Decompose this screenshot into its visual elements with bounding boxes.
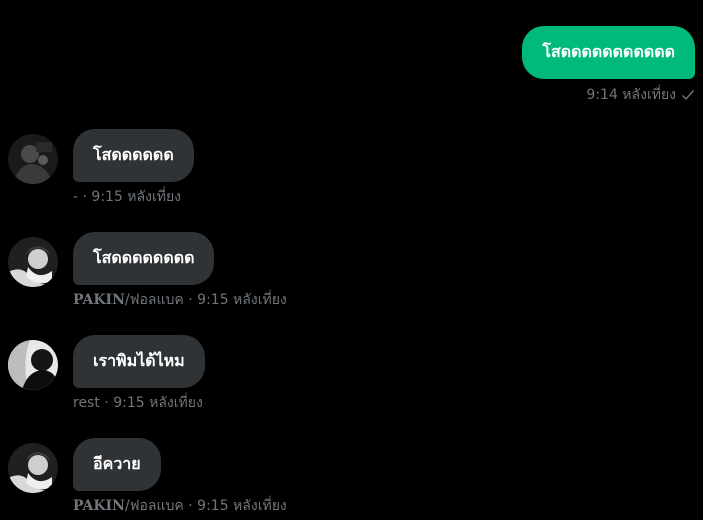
incoming-message-bubble[interactable]: เราพิมได้ไหม [73, 335, 205, 388]
incoming-message-meta: rest · 9:15 หลังเที่ยง [73, 392, 203, 414]
incoming-message-bubble[interactable]: โสดดดดดดดด [73, 232, 215, 285]
incoming-message: เราพิมได้ไหม rest · 9:15 หลังเที่ยง [8, 335, 205, 414]
avatar-dark-figure-icon [8, 134, 58, 184]
incoming-message-meta: PAKIN/ฟอลแบค · 9:15 หลังเที่ยง [73, 289, 287, 311]
message-timestamp: 9:15 หลังเที่ยง [197, 292, 287, 308]
sender-name[interactable]: rest [73, 395, 100, 411]
outgoing-message-meta: 9:14 หลังเที่ยง [586, 84, 695, 106]
avatar[interactable] [8, 237, 58, 287]
sender-name[interactable]: PAKIN [73, 292, 125, 308]
message-timestamp: 9:14 หลังเที่ยง [586, 87, 676, 103]
sender-name-suffix[interactable]: /ฟอลแบค [125, 292, 184, 308]
incoming-message-meta: - · 9:15 หลังเที่ยง [73, 186, 181, 208]
incoming-message: โสดดดดดด - · 9:15 หลังเที่ยง [8, 129, 194, 208]
sender-name[interactable]: PAKIN [73, 498, 125, 514]
incoming-message: โสดดดดดดดด PAKIN/ฟอลแบค · 9:15 หลังเที่ย… [8, 232, 287, 311]
message-timestamp: 9:15 หลังเที่ยง [91, 189, 182, 205]
incoming-message: อีควาย PAKIN/ฟอลแบค · 9:15 หลังเที่ยง [8, 438, 287, 517]
incoming-message-meta: PAKIN/ฟอลแบค · 9:15 หลังเที่ยง [73, 495, 287, 517]
meta-separator: · [183, 292, 198, 308]
meta-separator: · [99, 395, 114, 411]
avatar[interactable] [8, 443, 58, 493]
avatar-bw-person-icon [8, 443, 58, 493]
meta-separator: · [78, 189, 92, 205]
avatar-shadow-portrait-icon [8, 340, 58, 390]
incoming-message-bubble[interactable]: โสดดดดดด [73, 129, 194, 182]
avatar[interactable] [8, 340, 58, 390]
incoming-message-bubble[interactable]: อีควาย [73, 438, 161, 491]
avatar-bw-person-icon [8, 237, 58, 287]
message-timestamp: 9:15 หลังเที่ยง [197, 498, 287, 514]
dm-conversation: โสดดดดดดดดดดด 9:14 หลังเที่ยง โสดดดดดด -… [0, 0, 703, 520]
avatar[interactable] [8, 134, 58, 184]
message-timestamp: 9:15 หลังเที่ยง [113, 395, 203, 411]
meta-separator: · [183, 498, 198, 514]
check-icon [682, 90, 695, 101]
outgoing-message: โสดดดดดดดดดดด 9:14 หลังเที่ยง [522, 26, 695, 106]
outgoing-message-bubble[interactable]: โสดดดดดดดดดดด [522, 26, 695, 79]
sender-name-suffix[interactable]: /ฟอลแบค [125, 498, 184, 514]
